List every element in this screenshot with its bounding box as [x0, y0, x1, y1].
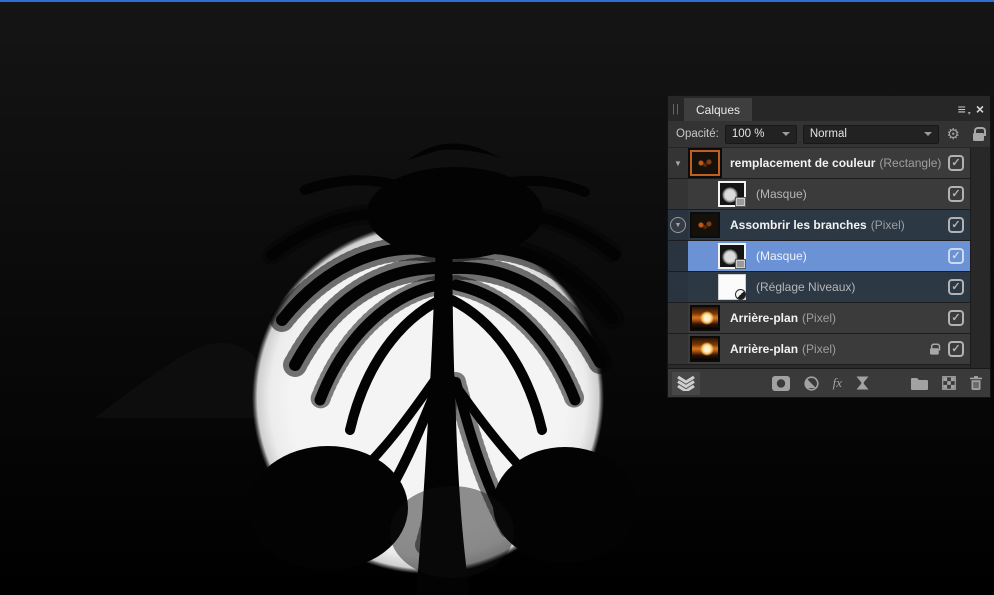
window-top-accent	[0, 0, 994, 2]
layer-thumbnail[interactable]	[688, 148, 722, 178]
expand-circle-icon: ▼	[670, 217, 686, 233]
chevron-down-icon	[923, 132, 932, 136]
opacity-dropdown[interactable]: 100 %	[724, 124, 797, 144]
folder-icon	[911, 377, 928, 390]
mask-thumbnail[interactable]	[718, 243, 746, 269]
mask-thumbnail[interactable]	[718, 181, 746, 207]
panel-close-icon[interactable]: ×	[976, 102, 984, 116]
layer-row-arriere-plan-1[interactable]: Arrière-plan (Pixel) ✓	[668, 303, 970, 334]
adjustment-icon	[804, 375, 819, 391]
adjustment-badge-icon	[735, 289, 746, 300]
lock-icon[interactable]	[972, 127, 986, 141]
lock-icon	[929, 343, 941, 355]
panel-drag-handle-icon[interactable]: ||	[668, 96, 684, 121]
chevron-down-icon	[781, 132, 790, 136]
live-filter-button[interactable]	[856, 376, 869, 390]
panel-controls-row: Opacité: 100 % Normal ⚙	[668, 121, 990, 148]
checkerboard-icon	[942, 376, 956, 390]
mask-icon	[771, 375, 790, 391]
delete-layer-button[interactable]	[970, 376, 982, 390]
menu-caret-icon: ▾	[967, 110, 971, 117]
layers-toolbar: fx	[668, 368, 990, 397]
visibility-checkbox[interactable]: ✓	[948, 310, 964, 326]
opacity-label: Opacité:	[676, 128, 719, 140]
panel-menu-icon[interactable]: ≡ ▾	[958, 102, 971, 117]
blend-mode-dropdown[interactable]: Normal	[802, 124, 939, 144]
visibility-checkbox[interactable]: ✓	[948, 186, 964, 202]
hourglass-icon	[856, 376, 869, 390]
new-group-button[interactable]	[911, 377, 928, 390]
expand-toggle[interactable]: ▼	[668, 210, 688, 240]
layer-thumbnail[interactable]	[690, 336, 720, 362]
layer-row-reglage-niveaux[interactable]: (Réglage Niveaux) ✓	[668, 272, 970, 303]
visibility-checkbox[interactable]: ✓	[948, 217, 964, 233]
visibility-checkbox[interactable]: ✓	[948, 155, 964, 171]
fx-icon: fx	[832, 375, 842, 390]
panel-tab-bar: || Calques ≡ ▾ ×	[668, 96, 990, 121]
mask-badge-icon	[735, 259, 746, 269]
adjustment-thumbnail[interactable]	[718, 274, 746, 300]
add-adjustment-button[interactable]	[804, 375, 819, 391]
visibility-checkbox[interactable]: ✓	[948, 341, 964, 357]
visibility-checkbox[interactable]: ✓	[948, 279, 964, 295]
trash-icon	[970, 376, 982, 390]
layer-row-assombrir[interactable]: ▼ Assombrir les branches (Pixel) ✓	[668, 210, 970, 241]
visibility-checkbox[interactable]: ✓	[948, 248, 964, 264]
mask-badge-icon	[735, 197, 746, 207]
expand-toggle[interactable]: ▼	[668, 148, 688, 178]
layers-panel: || Calques ≡▾ × Opacité: 100 % Normal ⚙	[668, 96, 990, 397]
layer-thumbnail[interactable]	[690, 212, 720, 238]
gear-icon[interactable]: ⚙	[945, 127, 962, 142]
layer-thumbnail[interactable]	[690, 305, 720, 331]
layer-effects-button[interactable]: fx	[833, 375, 842, 391]
expand-triangle-icon: ▼	[674, 158, 682, 168]
stacked-chevrons-icon	[677, 375, 695, 391]
layer-row-arriere-plan-2[interactable]: Arrière-plan (Pixel) ✓	[668, 334, 970, 365]
layer-row-remplacement[interactable]: ▼ remplacement de couleur (Rectangle) ✓	[668, 148, 970, 179]
tab-calques[interactable]: Calques	[684, 98, 753, 121]
add-mask-button[interactable]	[771, 375, 790, 391]
collapse-layers-button[interactable]	[672, 371, 700, 395]
app-window: || Calques ≡▾ × Opacité: 100 % Normal ⚙	[0, 0, 994, 595]
layer-list: ▼ remplacement de couleur (Rectangle) ✓ (…	[668, 148, 990, 368]
layer-row-masque-1[interactable]: (Masque) ✓	[668, 179, 970, 210]
new-pixel-layer-button[interactable]	[942, 376, 956, 390]
layer-row-masque-selected[interactable]: (Masque) ✓	[668, 241, 970, 272]
scrollbar-track[interactable]	[970, 148, 990, 368]
